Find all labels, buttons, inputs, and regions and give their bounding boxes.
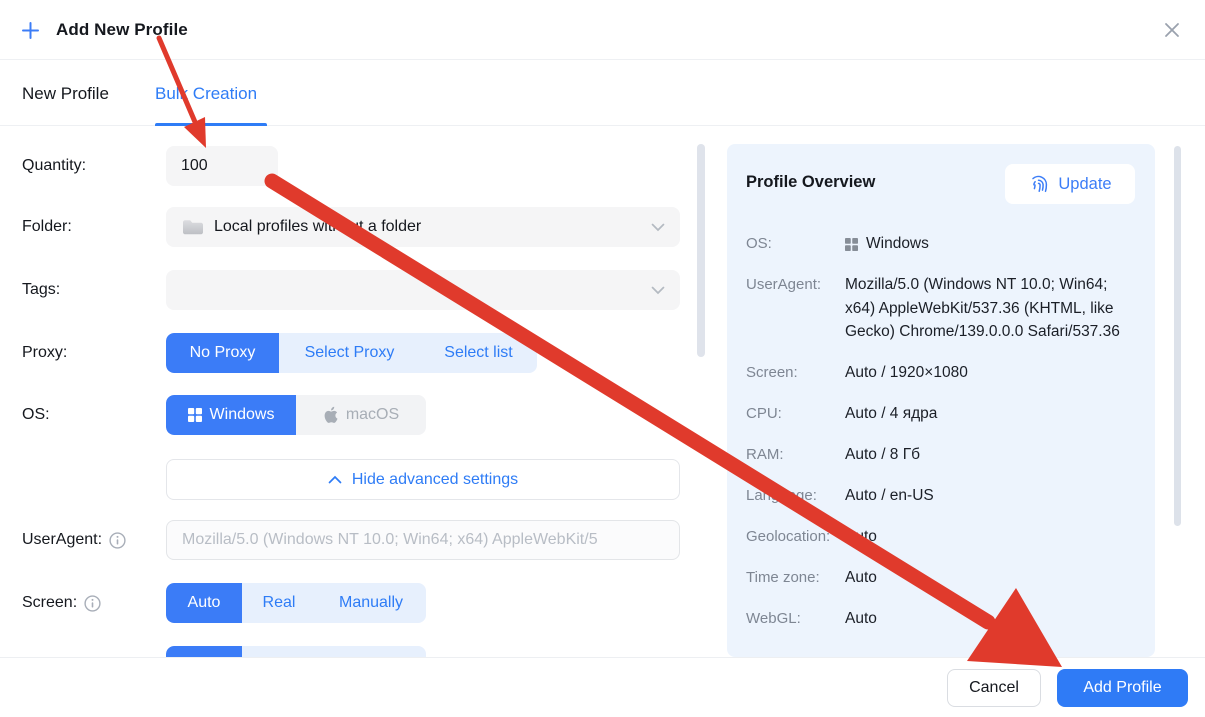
overview-row-os: OS: Windows [746, 232, 1136, 256]
windows-icon [845, 238, 858, 251]
tab-new-profile[interactable]: New Profile [22, 61, 109, 126]
folder-label: Folder: [22, 217, 72, 237]
dialog-scrollbar[interactable] [1174, 146, 1181, 526]
overview-rows: OS: Windows UserAgent: Mozilla/5.0 (Wind… [746, 232, 1136, 648]
screen-option-auto[interactable]: Auto [166, 583, 242, 623]
cancel-button[interactable]: Cancel [947, 669, 1041, 707]
windows-icon [188, 408, 202, 422]
update-button-label: Update [1058, 175, 1111, 194]
screen-option-real[interactable]: Real [242, 583, 316, 623]
dialog-title: Add New Profile [56, 20, 188, 40]
quantity-input[interactable] [166, 146, 278, 186]
screen-segmented-control: Auto Real Manually [166, 583, 426, 623]
proxy-label: Proxy: [22, 343, 67, 363]
useragent-label: UserAgent: [22, 530, 126, 550]
overview-row-useragent: UserAgent: Mozilla/5.0 (Windows NT 10.0;… [746, 273, 1136, 344]
overview-row-timezone: Time zone: Auto [746, 566, 1136, 590]
folder-icon [182, 219, 204, 236]
active-tab-indicator [155, 123, 267, 126]
info-icon[interactable] [84, 595, 101, 612]
profile-overview-panel: Profile Overview Update OS: Windows [727, 144, 1155, 657]
clipped-segmented-control[interactable] [166, 646, 426, 657]
folder-select[interactable]: Local profiles without a folder [166, 207, 680, 247]
plus-icon [21, 21, 40, 40]
form-scrollbar[interactable] [697, 144, 705, 357]
close-icon[interactable] [1163, 21, 1181, 39]
os-label: OS: [22, 405, 50, 425]
chevron-down-icon [651, 286, 665, 295]
update-button[interactable]: Update [1005, 164, 1135, 204]
proxy-segmented-control: No Proxy Select Proxy Select list [166, 333, 537, 373]
dialog-header: Add New Profile [0, 0, 1205, 60]
overview-row-cpu: CPU: Auto / 4 ядра [746, 402, 1136, 426]
tags-label: Tags: [22, 280, 60, 300]
os-option-windows[interactable]: Windows [166, 395, 296, 435]
overview-row-geolocation: Geolocation: Auto [746, 525, 1136, 549]
os-segmented-control: Windows macOS [166, 395, 426, 435]
fingerprint-icon [1028, 174, 1049, 195]
folder-select-value: Local profiles without a folder [214, 218, 421, 236]
proxy-option-select-proxy[interactable]: Select Proxy [279, 333, 420, 373]
add-profile-button[interactable]: Add Profile [1057, 669, 1188, 707]
dialog-body: Quantity: Folder: Tags: Proxy: OS: UserA… [0, 127, 1205, 657]
hide-advanced-settings-button[interactable]: Hide advanced settings [166, 459, 680, 500]
overview-row-language: Language: Auto / en-US [746, 484, 1136, 508]
tab-bar: New Profile Bulk Creation [0, 61, 1205, 126]
apple-icon [323, 406, 338, 424]
tab-bulk-creation-label: Bulk Creation [155, 84, 257, 104]
tab-new-profile-label: New Profile [22, 84, 109, 104]
screen-label: Screen: [22, 593, 101, 613]
tab-bulk-creation[interactable]: Bulk Creation [155, 61, 257, 126]
tags-select[interactable] [166, 270, 680, 310]
overview-row-ram: RAM: Auto / 8 Гб [746, 443, 1136, 467]
profile-overview-title: Profile Overview [746, 173, 875, 192]
useragent-input[interactable] [166, 520, 680, 560]
dialog-footer: Cancel Add Profile [0, 657, 1205, 717]
overview-row-webgl: WebGL: Auto [746, 607, 1136, 631]
quantity-label: Quantity: [22, 156, 86, 176]
os-option-macos[interactable]: macOS [296, 395, 426, 435]
screen-option-manually[interactable]: Manually [316, 583, 426, 623]
proxy-option-select-list[interactable]: Select list [420, 333, 537, 373]
chevron-down-icon [651, 223, 665, 232]
info-icon[interactable] [109, 532, 126, 549]
chevron-up-icon [328, 475, 342, 484]
overview-row-screen: Screen: Auto / 1920×1080 [746, 361, 1136, 385]
proxy-option-no-proxy[interactable]: No Proxy [166, 333, 279, 373]
